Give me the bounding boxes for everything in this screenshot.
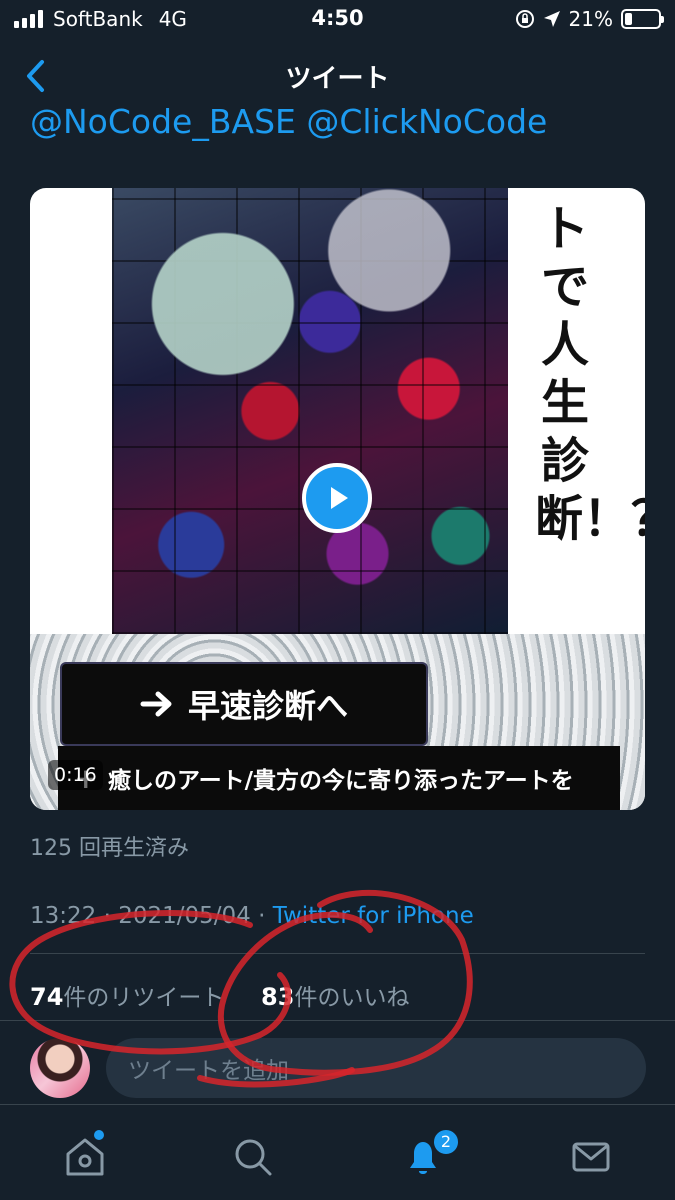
cta-label: 早速診断へ [187, 687, 348, 725]
thumbnail-vertical-title: トで人生診断！？ [535, 201, 645, 547]
like-count: 83 [261, 983, 295, 1011]
view-count: 125 回再生済み [30, 836, 189, 861]
engagement-stats: 74件のリツイート 83件のいいね [30, 978, 409, 1012]
search-icon[interactable] [230, 1134, 276, 1180]
notification-badge: 2 [432, 1128, 460, 1156]
video-caption-bar: + 癒しのアート/貴方の今に寄り添ったアートを [58, 746, 620, 810]
tweet-date: 2021/05/04 [118, 903, 251, 929]
status-right: 21% [515, 7, 664, 31]
video-thumbnail-mosaic [112, 188, 508, 634]
meta-separator: · [258, 903, 266, 929]
video-duration: 0:16 [48, 760, 103, 790]
location-icon [543, 11, 560, 27]
retweet-count: 74 [30, 983, 64, 1011]
status-bar: SoftBank 4G 4:50 21% [0, 0, 675, 40]
tweet-meta: 13:22 · 2021/05/04 · Twitter for iPhone [30, 903, 474, 929]
meta-separator: · [103, 903, 111, 929]
divider [0, 1020, 675, 1021]
tweet-source-link[interactable]: Twitter for iPhone [273, 903, 474, 929]
reply-composer: ツイートを追加 [0, 1030, 675, 1104]
reply-input[interactable]: ツイートを追加 [106, 1038, 646, 1098]
home-icon[interactable] [62, 1134, 108, 1180]
mail-icon[interactable] [568, 1134, 614, 1180]
battery-level [625, 13, 632, 25]
avatar [30, 1038, 90, 1098]
battery-percent: 21% [568, 7, 613, 31]
divider [30, 953, 645, 954]
page-title: ツイート [285, 64, 390, 94]
play-icon [331, 487, 348, 509]
thumbnail-cta-banner: 早速診断へ [60, 662, 428, 746]
like-count-link[interactable]: 83件のいいね [261, 983, 410, 1011]
tweet-mentions: @NoCode_BASE @ClickNoCode [30, 98, 650, 142]
arrow-right-icon [140, 691, 172, 717]
play-button[interactable] [302, 463, 372, 533]
retweet-count-link[interactable]: 74件のリツイート [30, 983, 225, 1011]
tweet-time: 13:22 [30, 903, 97, 929]
battery-icon [621, 9, 664, 29]
video-caption: 癒しのアート/貴方の今に寄り添ったアートを [108, 768, 574, 794]
retweet-label: 件のリツイート [63, 985, 225, 1011]
video-player[interactable]: トで人生診断！？ 早速診断へ + 癒しのアート/貴方の今に寄り添ったアートを 0… [30, 188, 645, 810]
orientation-lock-icon [515, 10, 534, 28]
mention-links[interactable]: @NoCode_BASE @ClickNoCode [30, 102, 547, 141]
like-label: 件のいいね [294, 985, 410, 1011]
home-new-indicator [94, 1130, 104, 1140]
